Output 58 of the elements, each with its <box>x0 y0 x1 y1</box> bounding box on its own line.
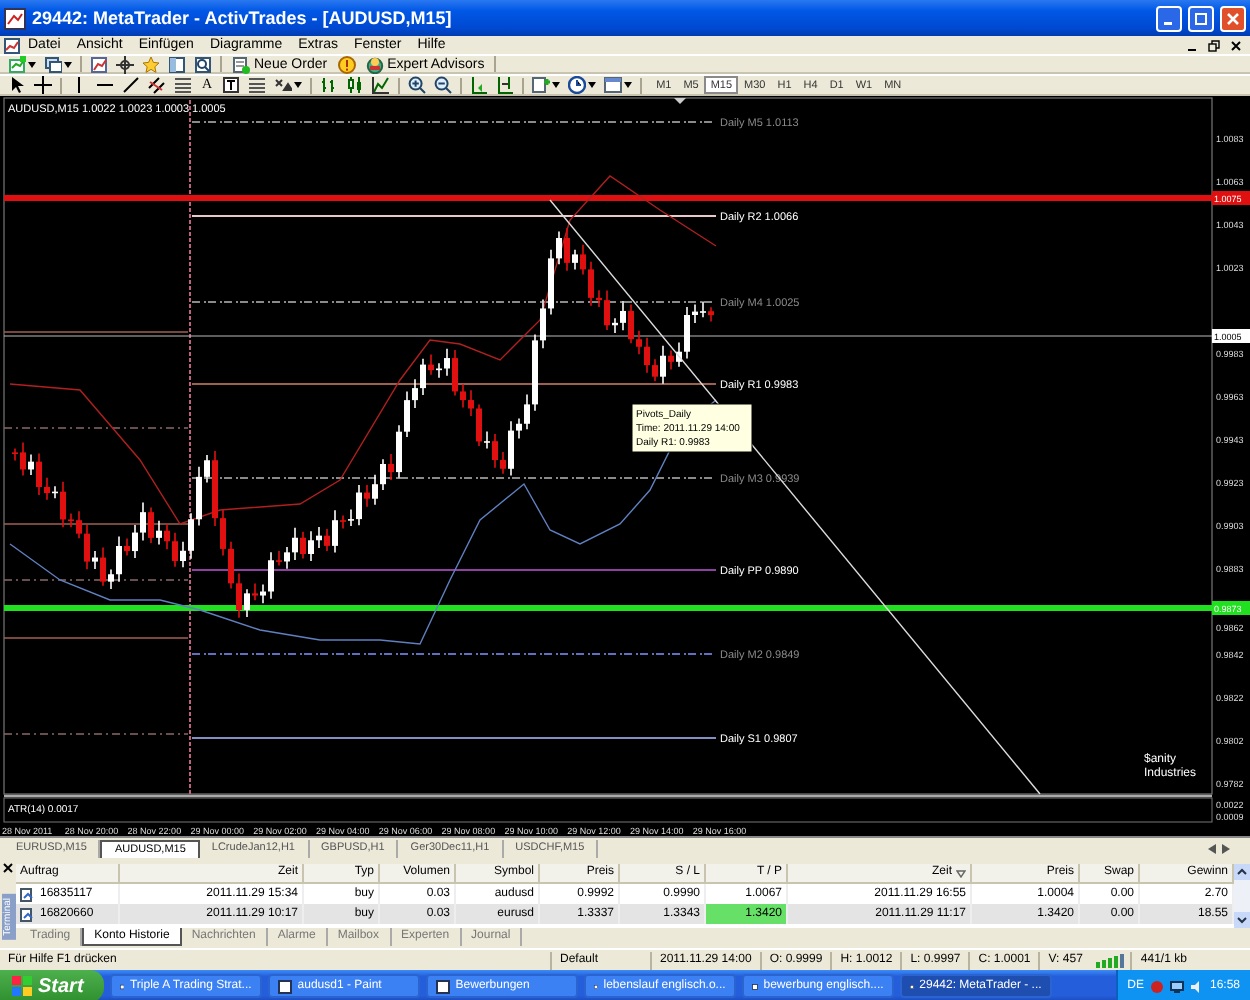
tooltip <box>631 403 753 453</box>
shift-icon[interactable] <box>496 76 515 94</box>
document-icon[interactable] <box>4 37 20 53</box>
line-chart-icon[interactable] <box>372 76 391 94</box>
sort-icon <box>956 869 966 877</box>
scroll-down-icon[interactable] <box>1234 912 1250 928</box>
bar-chart-icon[interactable] <box>320 76 339 94</box>
close-icon[interactable] <box>1230 39 1242 51</box>
crosshair-icon[interactable] <box>34 76 52 94</box>
scroll-left-icon[interactable] <box>1208 843 1216 853</box>
fibonacci-icon[interactable] <box>174 76 192 94</box>
close-icon <box>1226 11 1240 25</box>
caret-icon[interactable] <box>64 61 72 67</box>
caret-icon[interactable] <box>588 82 597 88</box>
maximize-button[interactable] <box>1188 5 1214 31</box>
template-icon[interactable] <box>604 76 623 94</box>
close-button[interactable] <box>1220 5 1246 31</box>
clock-icon[interactable] <box>568 76 587 94</box>
scroll-up-icon[interactable] <box>1234 864 1250 880</box>
caret-icon[interactable] <box>294 82 303 88</box>
restore-icon[interactable] <box>1208 39 1220 51</box>
caret-icon[interactable] <box>28 61 36 67</box>
zoom-out-icon[interactable] <box>434 76 453 94</box>
fibonacci-icon[interactable] <box>248 76 267 94</box>
label-icon[interactable] <box>222 76 241 94</box>
window-icon <box>751 979 758 993</box>
indicator-icon[interactable] <box>532 76 551 94</box>
speaker-icon[interactable] <box>1189 979 1204 993</box>
window-icon <box>277 979 292 993</box>
network-icon[interactable] <box>1169 979 1184 993</box>
windows-flag-icon <box>12 976 32 996</box>
close-icon[interactable] <box>2 862 14 874</box>
arrows-icon[interactable] <box>274 76 293 94</box>
info-icon[interactable] <box>337 55 356 73</box>
caret-icon[interactable] <box>552 82 561 88</box>
scrollbar[interactable] <box>1234 864 1250 928</box>
magnifier-window-icon[interactable] <box>194 55 212 73</box>
navigator-icon[interactable] <box>168 55 186 73</box>
cursor-icon[interactable] <box>8 76 26 94</box>
zoom-in-icon[interactable] <box>408 76 427 94</box>
window-icon <box>435 979 450 993</box>
star-icon[interactable] <box>142 55 160 73</box>
window-title: 29442: MetaTrader - ActivTrades - [AUDUSD,M15] <box>32 8 454 28</box>
connection-icon <box>1096 953 1125 967</box>
channel-icon[interactable] <box>148 76 166 94</box>
chart-window-icon[interactable] <box>90 55 108 73</box>
shift-marker-icon[interactable] <box>674 98 686 104</box>
minimize-button[interactable] <box>1156 5 1182 31</box>
scroll-right-icon[interactable] <box>1222 843 1230 853</box>
profiles-icon[interactable] <box>44 55 62 73</box>
robot-icon <box>365 55 384 73</box>
move-icon[interactable] <box>116 55 134 73</box>
app-icon <box>4 7 26 29</box>
trendline-icon[interactable] <box>122 76 140 94</box>
autoscroll-icon[interactable] <box>470 76 489 94</box>
candlestick-icon[interactable] <box>346 76 365 94</box>
maximize-icon <box>1194 11 1208 25</box>
caret-icon[interactable] <box>624 82 633 88</box>
